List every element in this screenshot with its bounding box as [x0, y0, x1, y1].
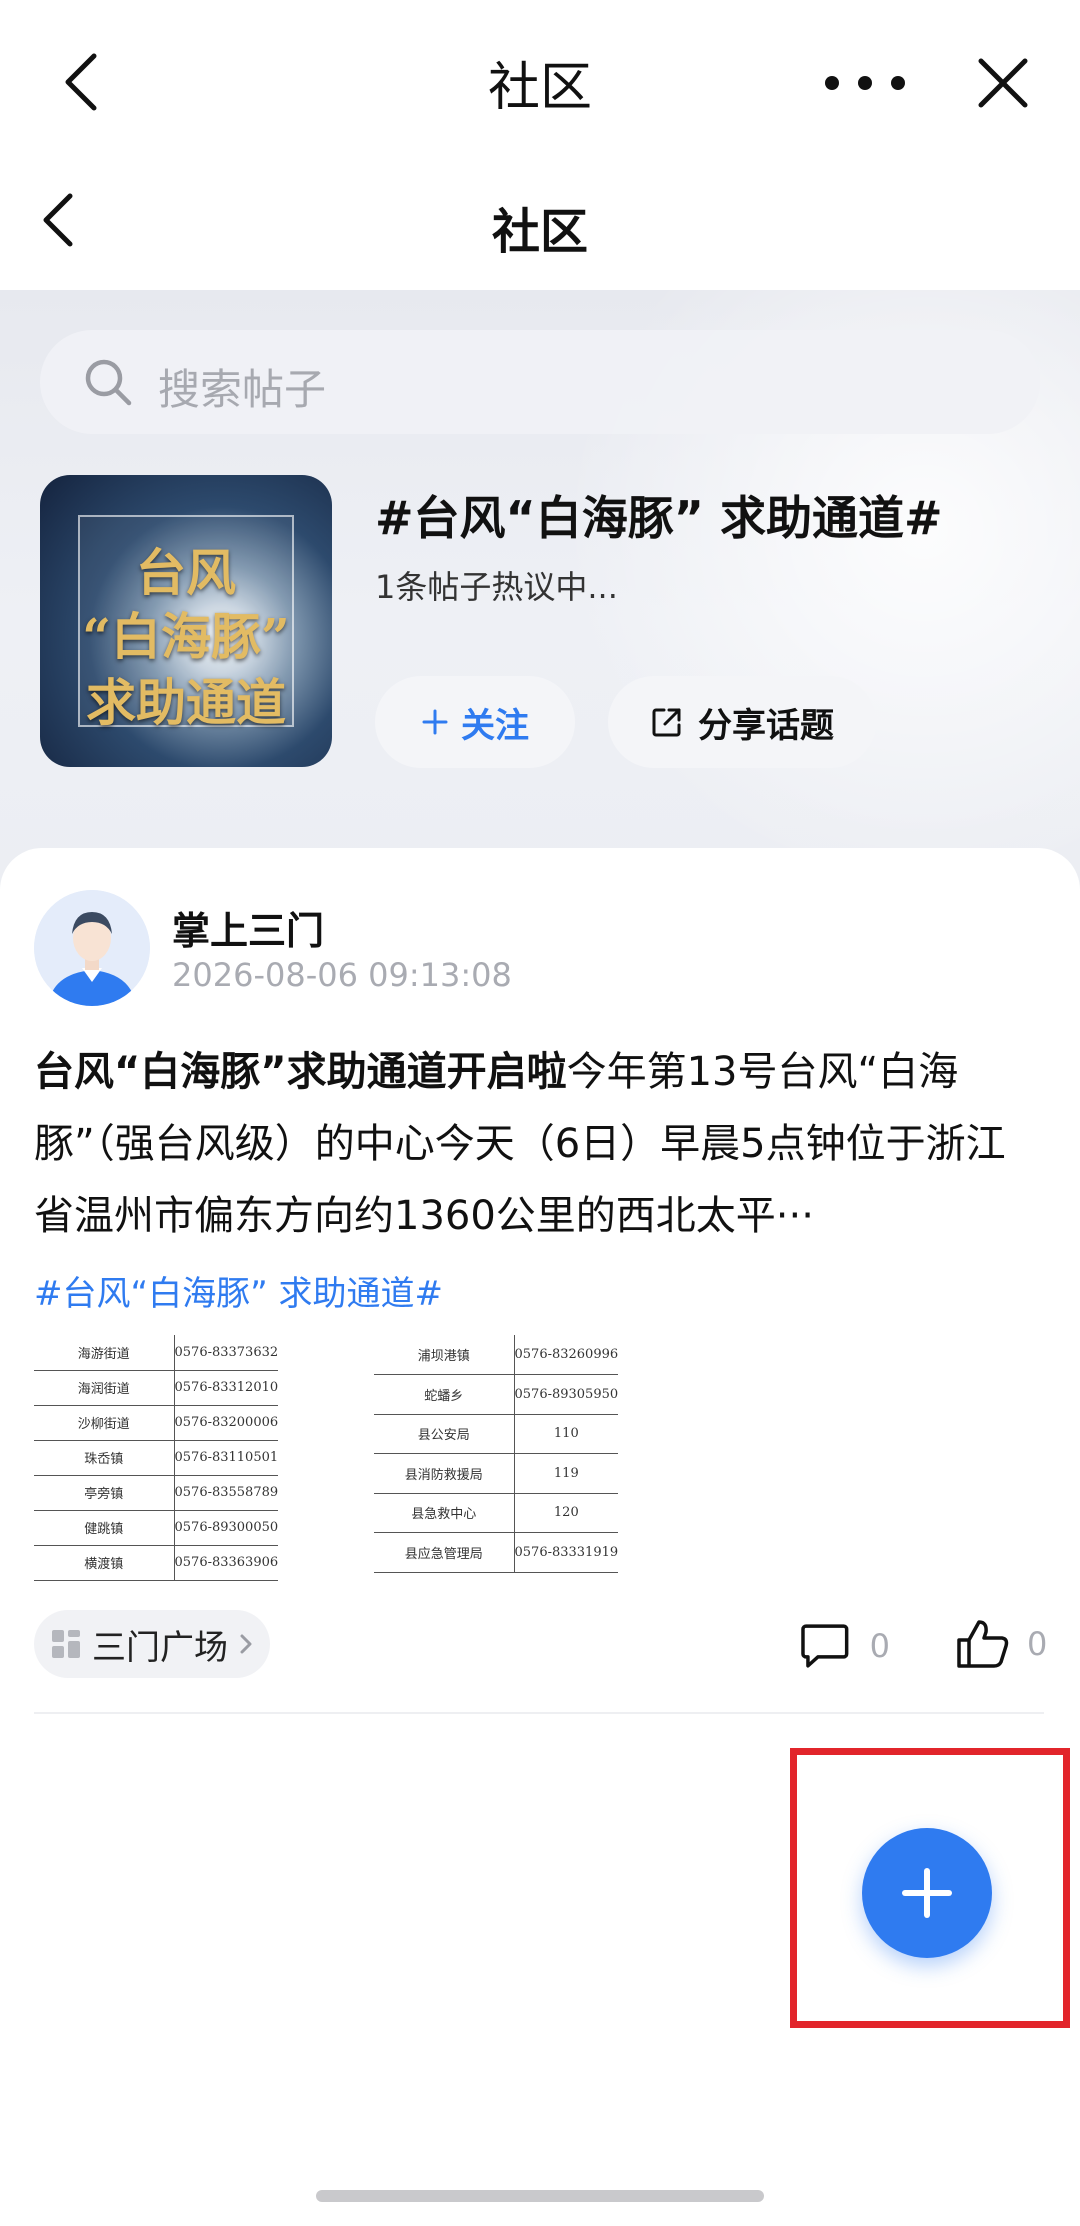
page-title: 社区 — [491, 204, 588, 260]
grid-icon — [52, 1630, 80, 1658]
contact-phone: 0576-83363906 — [174, 1545, 279, 1581]
circle-chip[interactable]: 三门广场 — [34, 1610, 270, 1678]
topic-subtitle: 1条帖子热议中... — [375, 568, 618, 606]
contact-phone: 0576-83200006 — [174, 1405, 279, 1441]
table-row: 健跳镇 0576-89300050 — [34, 1510, 279, 1546]
contact-name: 亭旁镇 — [34, 1475, 175, 1511]
table-row: 珠岙镇 0576-83110501 — [34, 1440, 279, 1476]
contact-phone: 0576-83331919 — [514, 1532, 619, 1573]
plus-icon — [902, 1868, 952, 1918]
contact-phone: 0576-83558789 — [174, 1475, 279, 1511]
contact-phone: 120 — [514, 1493, 619, 1533]
table-row: 沙柳街道 0576-83200006 — [34, 1405, 279, 1441]
contact-name: 珠岙镇 — [34, 1440, 175, 1476]
table-row: 亭旁镇 0576-83558789 — [34, 1475, 279, 1511]
contact-name: 蛇蟠乡 — [374, 1374, 515, 1415]
search-icon — [82, 356, 134, 408]
contact-name: 沙柳街道 — [34, 1405, 175, 1441]
contact-name: 健跳镇 — [34, 1510, 175, 1546]
share-icon — [652, 708, 681, 737]
search-input[interactable]: 搜索帖子 — [40, 330, 1040, 434]
table-row: 横渡镇 0576-83363906 — [34, 1545, 279, 1581]
contact-phone: 0576-89305950 — [514, 1374, 619, 1415]
chevron-right-icon — [240, 1634, 252, 1654]
contact-name: 海润街道 — [34, 1370, 175, 1406]
post-content[interactable]: 台风“白海豚”求助通道开启啦今年第13号台风“白海豚”（强台风级）的中心今天（6… — [34, 1036, 1044, 1252]
like-button[interactable]: 0 — [955, 1614, 1055, 1674]
contact-name: 海游街道 — [34, 1335, 175, 1371]
divider — [34, 1712, 1044, 1714]
plus-icon — [422, 709, 448, 735]
post-topic-tag[interactable]: #台风“白海豚” 求助通道# — [34, 1266, 443, 1315]
contact-phone: 0576-83312010 — [174, 1370, 279, 1406]
close-icon[interactable] — [975, 55, 1031, 111]
share-topic-button[interactable]: 分享话题 — [608, 676, 876, 768]
app-top-bar: 社区 — [0, 0, 1080, 165]
cover-text-line2: “白海豚” — [82, 607, 290, 666]
contact-name: 县公安局 — [374, 1414, 515, 1454]
contact-phone: 0576-83110501 — [174, 1440, 279, 1476]
post-image-left[interactable]: 海游街道 0576-83373632 海润街道 0576-83312010 沙柳街道 05… — [34, 1335, 364, 1581]
thumbs-up-icon — [957, 1620, 1009, 1668]
topic-title: #台风“白海豚” 求助通道# — [375, 491, 943, 545]
post-image-right[interactable]: 浦坝港镇 0576-83260996 蛇蟠乡 0576-89305950 县公安局 110… — [374, 1335, 704, 1573]
circle-label: 三门广场 — [92, 1627, 228, 1668]
page-header: 社区 — [0, 165, 1080, 290]
share-label: 分享话题 — [698, 705, 834, 746]
cover-text-line3: 求助通道 — [86, 673, 286, 732]
contact-phone: 110 — [514, 1414, 619, 1454]
contact-name: 县消防救援局 — [374, 1453, 515, 1494]
comment-icon — [801, 1624, 849, 1668]
comment-button[interactable]: 0 — [800, 1618, 890, 1674]
create-post-button[interactable] — [862, 1828, 992, 1958]
contact-table-right: 浦坝港镇 0576-83260996 蛇蟠乡 0576-89305950 县公安局 110… — [374, 1335, 619, 1573]
search-placeholder: 搜索帖子 — [158, 365, 327, 414]
like-count: 0 — [1027, 1625, 1048, 1663]
contact-name: 县急救中心 — [374, 1493, 515, 1533]
home-indicator[interactable] — [316, 2190, 764, 2202]
table-row: 县公安局 110 — [374, 1414, 619, 1454]
more-icon[interactable] — [820, 58, 910, 108]
table-row: 海游街道 0576-83373632 — [34, 1335, 279, 1371]
contact-table-left: 海游街道 0576-83373632 海润街道 0576-83312010 沙柳街道 05… — [34, 1335, 279, 1581]
table-row: 县应急管理局 0576-83331919 — [374, 1532, 619, 1573]
contact-name: 浦坝港镇 — [374, 1335, 515, 1375]
contact-name: 县应急管理局 — [374, 1532, 515, 1573]
contact-phone: 119 — [514, 1453, 619, 1494]
cover-text-line1: 台风 — [136, 543, 236, 602]
topic-cover-image: 台风 “白海豚” 求助通道 — [40, 475, 332, 767]
post-time: 2026-08-06 09:13:08 — [172, 956, 512, 994]
table-row: 县急救中心 120 — [374, 1493, 619, 1533]
follow-button[interactable]: 关注 — [375, 676, 575, 768]
avatar[interactable] — [34, 890, 150, 1006]
table-row: 县消防救援局 119 — [374, 1453, 619, 1494]
table-row: 海润街道 0576-83312010 — [34, 1370, 279, 1406]
window-title: 社区 — [487, 58, 592, 118]
contact-phone: 0576-89300050 — [174, 1510, 279, 1546]
follow-label: 关注 — [461, 705, 529, 746]
table-row: 浦坝港镇 0576-83260996 — [374, 1335, 619, 1375]
post-author[interactable]: 掌上三门 — [172, 900, 324, 955]
table-row: 蛇蟠乡 0576-89305950 — [374, 1374, 619, 1415]
contact-phone: 0576-83260996 — [514, 1335, 619, 1375]
comment-count: 0 — [869, 1627, 890, 1665]
contact-name: 横渡镇 — [34, 1545, 175, 1581]
contact-phone: 0576-83373632 — [174, 1335, 279, 1371]
post-headline: 台风“白海豚”求助通道开启啦 — [34, 1049, 567, 1095]
